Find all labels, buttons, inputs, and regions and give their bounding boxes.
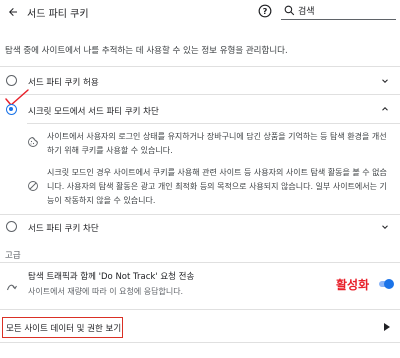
- chevron-down-icon[interactable]: [380, 76, 390, 86]
- option-label-block[interactable]: 서드 파티 쿠키 차단: [28, 222, 99, 234]
- radio-allow-third-party-cookies[interactable]: [6, 75, 17, 86]
- section-label-advanced: 고급: [5, 251, 21, 261]
- divider: [0, 214, 400, 215]
- block-icon: [28, 181, 38, 191]
- page-title: 서드 파티 쿠키: [27, 9, 89, 20]
- all-site-data-label[interactable]: 모든 사이트 데이터 및 권한 보기: [6, 322, 121, 334]
- chevron-down-icon[interactable]: [380, 222, 390, 232]
- divider: [0, 309, 400, 310]
- cookie-icon: [28, 137, 38, 147]
- radio-block-in-incognito[interactable]: [6, 104, 17, 115]
- arrow-back-icon: [9, 8, 17, 16]
- divider: [0, 94, 400, 95]
- search-icon: [284, 5, 295, 16]
- do-not-track-title: 탐색 트래픽과 함께 'Do Not Track' 요청 전송: [28, 272, 195, 282]
- svg-text:?: ?: [263, 6, 268, 16]
- back-button[interactable]: [4, 3, 22, 21]
- do-not-track-subtitle: 사이트에서 재량에 따라 이 요청에 응답합니다.: [28, 287, 184, 296]
- option-label-allow[interactable]: 서드 파티 쿠키 허용: [28, 76, 99, 88]
- divider: [0, 66, 400, 67]
- do-not-track-toggle[interactable]: [378, 279, 394, 289]
- page-description: 탐색 중에 사이트에서 나를 추적하는 데 사용할 수 있는 정보 유형을 관리…: [5, 46, 288, 56]
- divider: [0, 262, 400, 263]
- detail-text-cookies: 사이트에서 사용자의 로그인 상태를 유지하거나 장바구니에 담긴 상품을 기억…: [47, 132, 387, 155]
- radio-block-third-party-cookies[interactable]: [6, 221, 17, 232]
- header: 서드 파티 쿠키 ? 검색: [0, 0, 400, 24]
- divider: [27, 123, 400, 124]
- divider: [0, 342, 400, 343]
- arrow-right-icon[interactable]: [384, 323, 390, 331]
- search-input[interactable]: 검색: [281, 1, 396, 20]
- toggle-knob: [384, 279, 394, 289]
- search-value: 검색: [298, 7, 315, 17]
- help-icon[interactable]: ?: [258, 4, 272, 18]
- chevron-up-icon[interactable]: [380, 104, 390, 114]
- detail-text-incognito: 시크릿 모드인 경우 사이트에서 쿠키를 사용해 관련 사이트 등 사용자의 사…: [47, 168, 387, 205]
- enabled-annotation: 활성화: [336, 278, 370, 292]
- option-label-block-incognito[interactable]: 시크릿 모드에서 서드 파티 쿠키 차단: [28, 105, 159, 117]
- do-not-track-icon: [6, 284, 17, 291]
